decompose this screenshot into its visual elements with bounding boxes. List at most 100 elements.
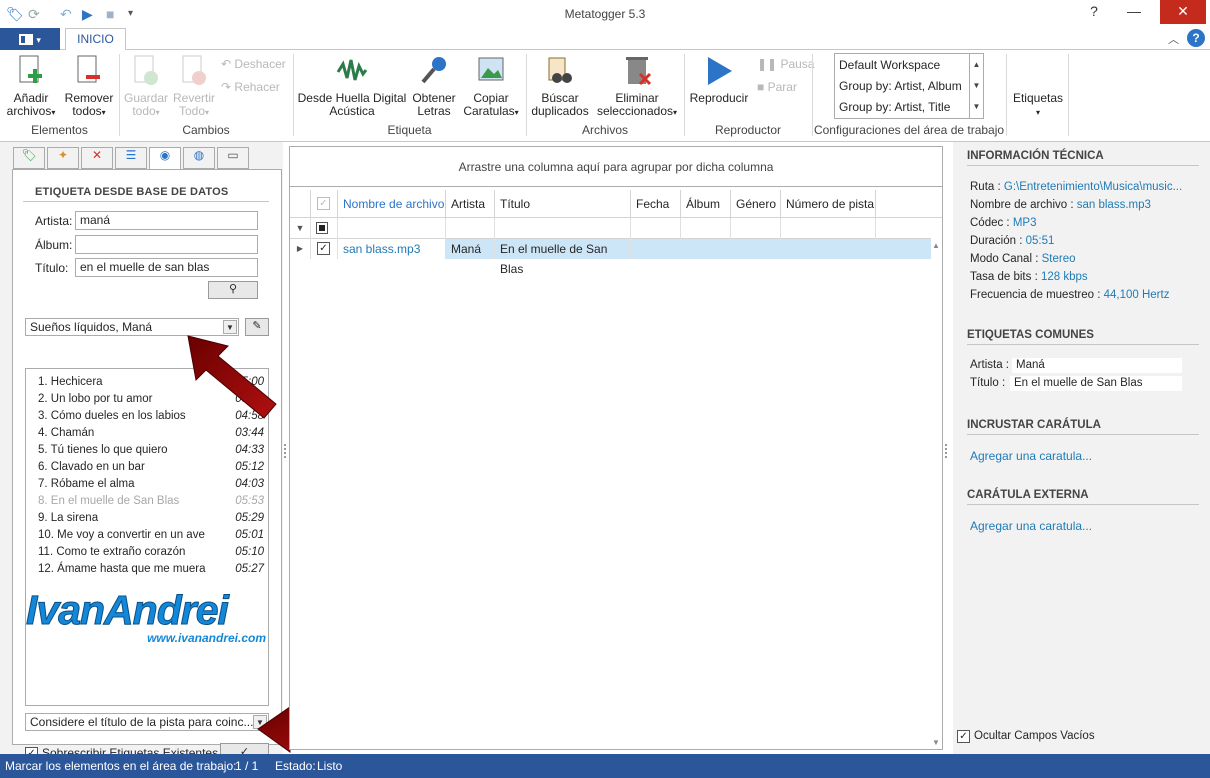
cell-remaining[interactable] — [631, 239, 931, 259]
scroll-up-icon[interactable]: ▲ — [932, 241, 940, 250]
copy-covers-button[interactable]: Copiar Caratulas▾ — [460, 54, 522, 119]
filter-cell[interactable] — [338, 218, 446, 239]
group-configuraciones: Configuraciones del área de trabajo — [813, 123, 1005, 137]
title-bar: 🏷 ⟳ ↶ ▶ ■ ▾ Metatogger 5.3 ? — ✕ — [0, 0, 1210, 28]
select-all-checkbox[interactable]: ✓ — [317, 197, 330, 210]
row-checkbox[interactable]: ✓ — [317, 242, 330, 255]
cell-title[interactable]: En el muelle de San Blas — [495, 239, 631, 276]
add-files-button[interactable]: Añadir archivos▾ — [6, 54, 56, 119]
side-tab-script[interactable]: ✦ — [47, 147, 79, 169]
revert-all-button[interactable]: Revertir Todo▾ — [170, 54, 218, 119]
common-title-label: Título : — [970, 377, 1006, 389]
filter-cell[interactable] — [631, 218, 681, 239]
side-tab-web[interactable]: ◍ — [183, 147, 215, 169]
hide-empty-checkbox[interactable]: ✓ — [957, 730, 970, 743]
side-tab-list[interactable]: ☰ — [115, 147, 147, 169]
gallery-up-icon[interactable]: ▲ — [969, 54, 983, 75]
ribbon: Añadir archivos▾ Remover todos▾ Elemento… — [0, 50, 1210, 142]
vertical-scrollbar[interactable]: ▲ ▼ — [931, 239, 942, 749]
list-item[interactable]: 10. Me voy a convertir en un ave 05:01 — [26, 527, 270, 544]
add-file-icon — [19, 55, 42, 83]
minimize-button[interactable]: — — [1114, 0, 1154, 24]
undo-button[interactable]: ↶ Deshacer — [221, 57, 286, 71]
column-header-filename[interactable]: Nombre de archivo — [338, 190, 446, 218]
marked-value: 1 / 1 — [235, 759, 259, 773]
album-input[interactable] — [75, 235, 258, 254]
hide-empty-label: Ocultar Campos Vacíos — [974, 730, 1095, 742]
gallery-more-icon[interactable]: ▼ — [969, 96, 983, 118]
lyrics-button[interactable]: Obtener Letras — [410, 54, 458, 118]
column-header-title[interactable]: Título — [495, 190, 631, 218]
list-item[interactable]: 5. Tú tienes lo que quiero 04:33 — [26, 442, 270, 459]
external-cover-link[interactable]: Agregar una caratula... — [970, 519, 1092, 533]
search-button[interactable]: ⚲ — [208, 281, 258, 299]
list-item[interactable]: 4. Chamán 03:44 — [26, 425, 270, 442]
filter-checkbox-cell[interactable] — [311, 218, 338, 239]
match-option-select[interactable]: Considere el título de la pista para coi… — [25, 713, 269, 731]
left-splitter[interactable] — [284, 444, 286, 458]
dropdown-icon: ▾ — [51, 108, 56, 117]
column-header-date[interactable]: Fecha — [631, 190, 681, 218]
help-icon[interactable]: ? — [1187, 29, 1205, 47]
workspace-gallery[interactable]: Default Workspace Group by: Artist, Albu… — [834, 53, 984, 119]
group-drop-area[interactable]: Arrastre una columna aquí para agrupar p… — [290, 147, 942, 187]
collapse-ribbon-icon[interactable]: ︿ — [1168, 31, 1179, 47]
row-checkbox-cell[interactable]: ✓ — [311, 239, 338, 259]
undo-icon: ↶ — [221, 57, 232, 71]
redo-button[interactable]: ↷ Rehacer — [221, 80, 280, 94]
list-item[interactable]: 7. Róbame el alma 04:03 — [26, 476, 270, 493]
close-button[interactable]: ✕ — [1160, 0, 1206, 24]
cell-artist[interactable]: Maná — [446, 239, 495, 259]
side-tab-tag[interactable]: 🏷 — [13, 147, 45, 169]
play-button[interactable]: Reproducir — [688, 54, 750, 105]
embed-cover-link[interactable]: Agregar una caratula... — [970, 449, 1092, 463]
column-header-genre[interactable]: Género — [731, 190, 781, 218]
gallery-down-icon[interactable]: ▼ — [969, 75, 983, 96]
workspace-item[interactable]: Group by: Artist, Album — [839, 79, 962, 93]
find-duplicates-button[interactable]: Búscar duplicados — [528, 54, 592, 118]
table-row[interactable]: ▶ ✓ san blass.mp3 Maná En el muelle de S… — [290, 239, 931, 276]
filter-cell[interactable] — [781, 218, 876, 239]
list-item[interactable]: 6. Clavado en un bar 05:12 — [26, 459, 270, 476]
tab-inicio[interactable]: INICIO — [65, 28, 126, 51]
column-header-album[interactable]: Álbum — [681, 190, 731, 218]
list-item-matched[interactable]: 8. En el muelle de San Blas 05:53 — [26, 493, 270, 510]
filter-checkbox[interactable] — [316, 222, 328, 234]
tech-info-title: INFORMACIÓN TÉCNICA — [967, 150, 1199, 166]
workspace-item[interactable]: Group by: Artist, Title — [839, 100, 950, 114]
common-title-field[interactable]: En el muelle de San Blas — [1010, 376, 1182, 391]
side-tab-database[interactable]: ◉ — [149, 147, 181, 170]
artist-input[interactable]: maná — [75, 211, 258, 230]
filter-icon[interactable]: ▼ — [290, 218, 311, 239]
filter-cell[interactable] — [731, 218, 781, 239]
remove-all-button[interactable]: Remover todos▾ — [62, 54, 116, 119]
trash-icon — [626, 57, 652, 86]
file-menu-button[interactable]: ▾ — [0, 28, 60, 50]
workspace-item[interactable]: Default Workspace — [839, 58, 940, 72]
right-splitter[interactable] — [945, 444, 947, 458]
title-input[interactable]: en el muelle de san blas — [75, 258, 258, 277]
select-all-header[interactable]: ✓ — [311, 190, 338, 218]
pause-button[interactable]: ❚❚ Pausa — [757, 57, 814, 71]
stop-button[interactable]: ■ Parar — [757, 80, 797, 94]
cell-filename[interactable]: san blass.mp3 — [338, 239, 446, 259]
filter-cell[interactable] — [681, 218, 731, 239]
tags-button[interactable]: Etiquetas ▾ — [1010, 92, 1066, 119]
side-tab-tools[interactable]: ▭ — [217, 147, 249, 169]
fingerprint-button[interactable]: Desde Huella Digital Acústica — [297, 54, 407, 118]
column-header-track-number[interactable]: Número de pista — [781, 190, 876, 218]
side-tab-clean[interactable]: ✕ — [81, 147, 113, 169]
dropdown-icon: ▾ — [1035, 108, 1040, 117]
delete-selected-button[interactable]: Eliminar seleccionados▾ — [594, 54, 680, 119]
filter-cell[interactable] — [495, 218, 631, 239]
save-all-button[interactable]: Guardar todo▾ — [122, 54, 170, 119]
list-item[interactable]: 12. Ámame hasta que me muera 05:27 — [26, 561, 270, 578]
column-header-artist[interactable]: Artista — [446, 190, 495, 218]
list-item[interactable]: 9. La sirena 05:29 — [26, 510, 270, 527]
help-window-icon[interactable]: ? — [1074, 0, 1114, 24]
scroll-down-icon[interactable]: ▼ — [932, 738, 940, 747]
list-item[interactable]: 11. Como te extraño corazón 05:10 — [26, 544, 270, 561]
filter-cell[interactable] — [446, 218, 495, 239]
common-artist-field[interactable]: Maná — [1012, 358, 1182, 373]
tag-icon: 🏷 — [21, 148, 37, 162]
